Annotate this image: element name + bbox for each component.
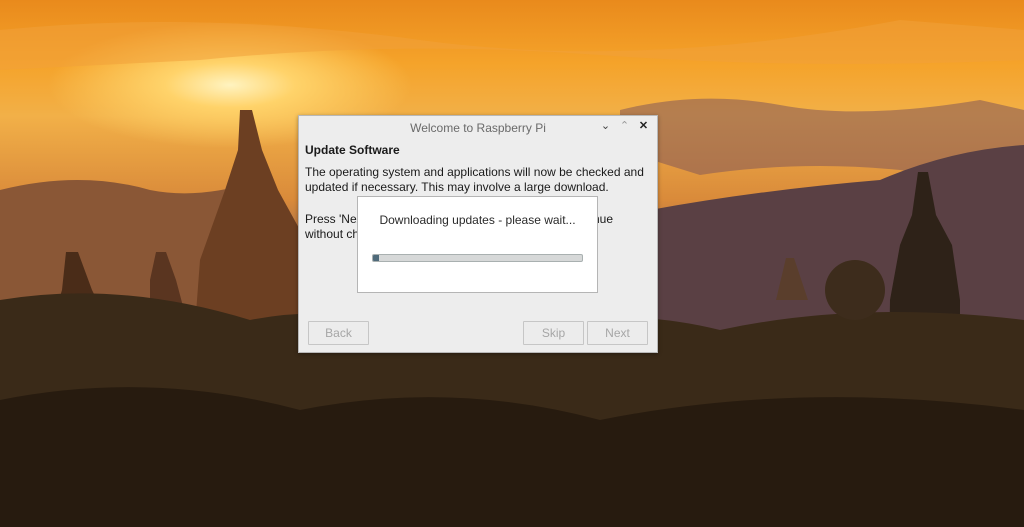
window-controls: ⌄ ⌃ ✕	[598, 119, 651, 134]
description-text: The operating system and applications wi…	[305, 165, 644, 194]
chevron-up-icon[interactable]: ⌃	[617, 119, 632, 134]
progress-message: Downloading updates - please wait...	[379, 213, 576, 227]
skip-button[interactable]: Skip	[523, 321, 584, 345]
progress-dialog: Downloading updates - please wait...	[357, 196, 598, 293]
page-heading: Update Software	[305, 143, 400, 157]
progress-bar	[372, 254, 583, 262]
back-button[interactable]: Back	[308, 321, 369, 345]
title-bar[interactable]: Welcome to Raspberry Pi ⌄ ⌃ ✕	[299, 116, 657, 139]
chevron-down-icon[interactable]: ⌄	[598, 119, 613, 134]
close-icon[interactable]: ✕	[636, 119, 651, 134]
next-button[interactable]: Next	[587, 321, 648, 345]
progress-bar-fill	[373, 255, 380, 261]
